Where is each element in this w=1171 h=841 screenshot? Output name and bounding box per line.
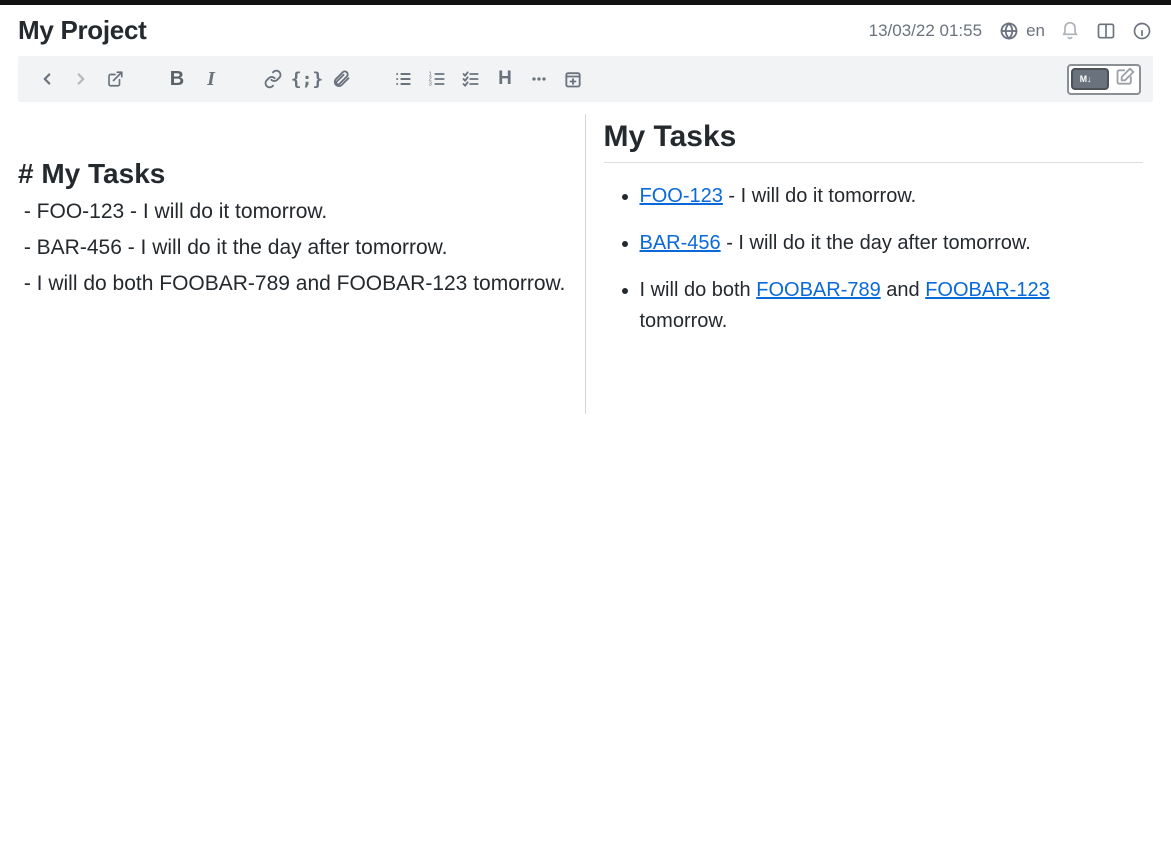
bell-icon[interactable]: [1059, 20, 1081, 42]
insert-date-button[interactable]: [556, 62, 590, 96]
list-item: FOO-123 - I will do it tomorrow.: [640, 181, 1144, 212]
list-item: BAR-456 - I will do it the day after tom…: [640, 228, 1144, 259]
link-button[interactable]: [256, 62, 290, 96]
attach-button[interactable]: [324, 62, 358, 96]
globe-icon: [998, 20, 1020, 42]
source-text[interactable]: # My Tasks - FOO-123 - I will do it tomo…: [18, 118, 575, 337]
source-heading-line: # My Tasks: [18, 158, 165, 189]
history-forward-button[interactable]: [64, 62, 98, 96]
split-editor: # My Tasks - FOO-123 - I will do it tomo…: [18, 114, 1153, 414]
list-item-text: and: [881, 279, 925, 301]
bold-button[interactable]: B: [160, 62, 194, 96]
preview-heading: My Tasks: [604, 120, 1144, 163]
list-item: I will do both FOOBAR-789 and FOOBAR-123…: [640, 275, 1144, 337]
toolbar-left: B I {;}: [30, 62, 618, 96]
view-mode-toggle[interactable]: M↓: [1067, 64, 1141, 95]
source-pane[interactable]: # My Tasks - FOO-123 - I will do it tomo…: [18, 114, 586, 414]
heading-button[interactable]: H: [488, 62, 522, 96]
language-picker[interactable]: en: [998, 20, 1045, 42]
history-back-button[interactable]: [30, 62, 64, 96]
language-label: en: [1026, 21, 1045, 41]
issue-link[interactable]: FOO-123: [640, 185, 723, 207]
list-item-text: I will do both: [640, 279, 757, 301]
list-item-text: - I will do it the day after tomorrow.: [721, 232, 1031, 254]
unordered-list-button[interactable]: [386, 62, 420, 96]
preview-list: FOO-123 - I will do it tomorrow. BAR-456…: [604, 181, 1144, 337]
source-line: - BAR-456 - I will do it the day after t…: [18, 236, 448, 259]
checklist-button[interactable]: [454, 62, 488, 96]
source-line: - FOO-123 - I will do it tomorrow.: [18, 200, 327, 223]
issue-link[interactable]: BAR-456: [640, 232, 721, 254]
header-right: 13/03/22 01:55 en: [869, 20, 1153, 42]
editor-toolbar: B I {;}: [18, 56, 1153, 102]
svg-text:M↓: M↓: [1080, 74, 1092, 84]
project-title: My Project: [18, 15, 147, 46]
preview-pane: My Tasks FOO-123 - I will do it tomorrow…: [586, 114, 1154, 414]
source-line: - I will do both FOOBAR-789 and FOOBAR-1…: [18, 272, 565, 295]
more-button[interactable]: [522, 62, 556, 96]
info-icon[interactable]: [1131, 20, 1153, 42]
open-external-button[interactable]: [98, 62, 132, 96]
toolbar-right: M↓: [1067, 64, 1141, 95]
timestamp: 13/03/22 01:55: [869, 21, 982, 41]
svg-text:3: 3: [429, 82, 432, 88]
list-item-text: tomorrow.: [640, 310, 728, 332]
issue-link[interactable]: FOOBAR-123: [925, 279, 1049, 301]
issue-link[interactable]: FOOBAR-789: [756, 279, 880, 301]
header: My Project 13/03/22 01:55 en: [0, 5, 1171, 56]
markdown-mode-icon: M↓: [1071, 68, 1109, 90]
list-item-text: - I will do it tomorrow.: [723, 185, 916, 207]
italic-button[interactable]: I: [194, 62, 228, 96]
split-view-icon[interactable]: [1095, 20, 1117, 42]
code-button[interactable]: {;}: [290, 62, 324, 96]
wysiwyg-mode-icon: [1115, 67, 1135, 92]
ordered-list-button[interactable]: 1 2 3: [420, 62, 454, 96]
